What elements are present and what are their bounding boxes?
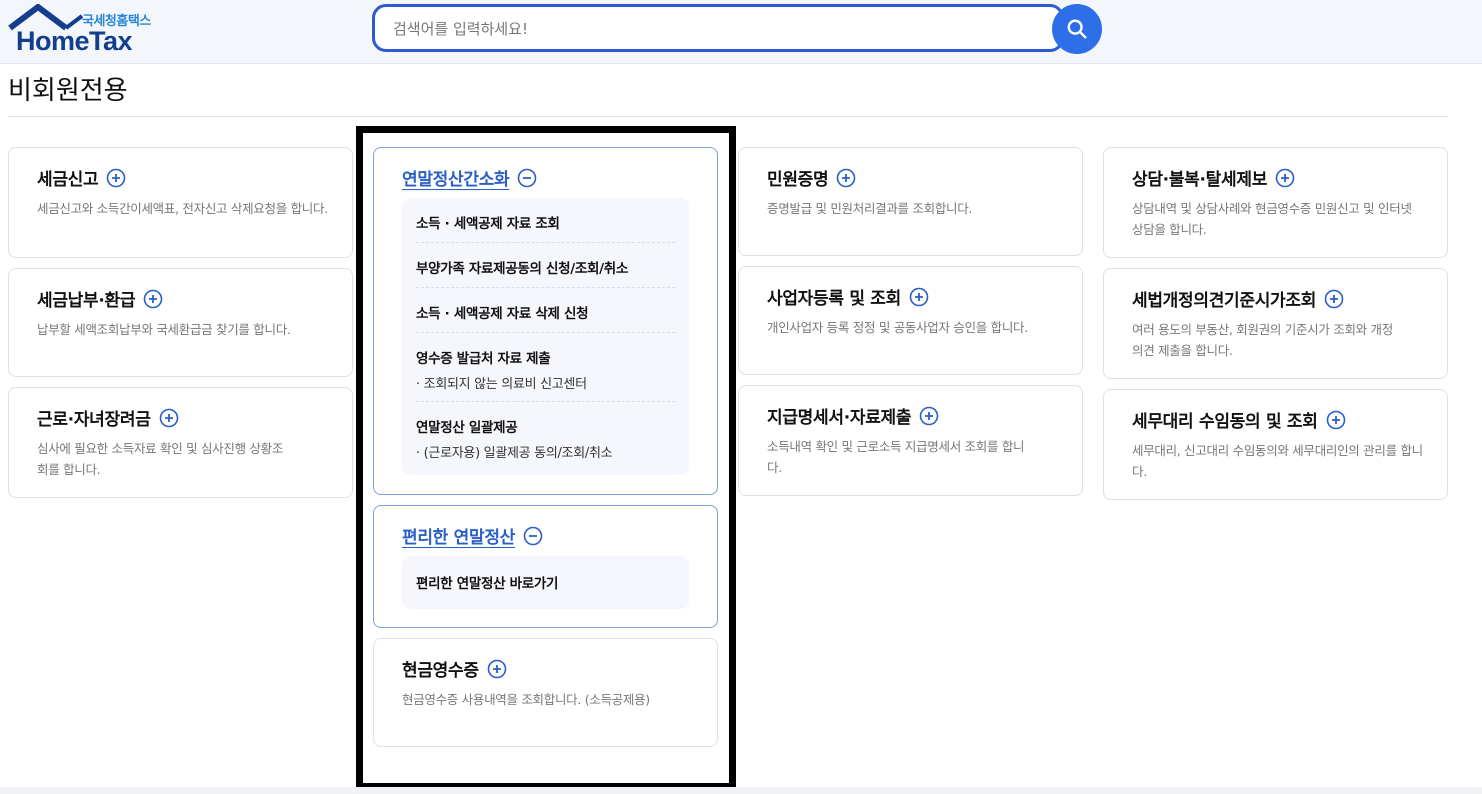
submenu-panel: 소득 · 세액공제 자료 조회 부양가족 자료제공동의 신청/조회/취소 소득 … [402,198,689,475]
logo-wordmark: HomeTax [16,26,133,56]
page-title: 비회원전용 [8,76,128,106]
card-earned-income-credit[interactable]: 근로·자녀장려금 심사에 필요한 소득자료 확인 및 심사진행 상황조회를 합니… [8,387,353,498]
card-business-registration[interactable]: 사업자등록 및 조회 개인사업자 등록 정정 및 공동사업자 승인을 합니다. [738,266,1083,375]
search-box [372,4,1064,52]
submenu-item[interactable]: 연말정산 일괄제공 · (근로자용) 일괄제공 동의/조회/취소 [402,402,689,470]
plus-circle-icon[interactable] [1326,410,1346,430]
card-description: 세금신고와 소득간이세액표, 전자신고 삭제요청을 합니다. [37,201,328,216]
search-button[interactable] [1052,4,1102,54]
card-title: 세법개정의견기준시가조회 [1132,286,1344,311]
plus-circle-icon[interactable] [1275,168,1295,188]
plus-circle-icon[interactable] [836,168,856,188]
card-title: 현금영수증 [402,656,507,681]
card-tax-filing[interactable]: 세금신고 세금신고와 소득간이세액표, 전자신고 삭제요청을 합니다. [8,147,353,258]
card-easy-year-end[interactable]: 편리한 연말정산 편리한 연말정산 바로가기 [373,505,718,628]
divider [8,116,1448,117]
card-year-end-simplified[interactable]: 연말정산간소화 소득 · 세액공제 자료 조회 부양가족 자료제공동의 신청/조… [373,147,718,495]
card-title: 편리한 연말정산 [402,523,543,548]
plus-circle-icon[interactable] [143,289,163,309]
card-description: 심사에 필요한 소득자료 확인 및 심사진행 상황조회를 합니다. [37,441,284,477]
search-icon [1067,19,1087,39]
card-tax-payment[interactable]: 세금납부·환급 납부할 세액조회납부와 국세환급금 찾기를 합니다. [8,268,353,377]
submenu-panel: 편리한 연말정산 바로가기 [402,556,689,609]
card-cash-receipt[interactable]: 현금영수증 현금영수증 사용내역을 조회합니다. (소득공제용) [373,638,718,747]
card-description: 납부할 세액조회납부와 국세환급금 찾기를 합니다. [37,322,291,337]
plus-circle-icon[interactable] [159,408,179,428]
plus-circle-icon[interactable] [909,287,929,307]
card-title: 세무대리 수임동의 및 조회 [1132,407,1346,432]
submenu-item[interactable]: 소득 · 세액공제 자료 삭제 신청 [402,288,689,332]
card-description: 현금영수증 사용내역을 조회합니다. (소득공제용) [402,692,650,707]
submenu-item[interactable]: 부양가족 자료제공동의 신청/조회/취소 [402,243,689,287]
card-description: 소득내역 확인 및 근로소득 지급명세서 조회를 합니다. [767,439,1025,475]
page-bottom-edge [0,787,1482,794]
card-tax-agent[interactable]: 세무대리 수임동의 및 조회 세무대리, 신고대리 수임동의와 세무대리인의 관… [1103,389,1448,500]
card-description: 상담내역 및 상담사례와 현금영수증 민원신고 및 인터넷 상담을 합니다. [1132,201,1412,237]
plus-circle-icon[interactable] [106,168,126,188]
search-input[interactable] [393,17,1033,41]
card-description: 증명발급 및 민원처리결과를 조회합니다. [767,201,973,216]
card-tax-law-opinion[interactable]: 세법개정의견기준시가조회 여러 용도의 부동산, 회원권의 기준시가 조회와 개… [1103,268,1448,379]
card-consulting[interactable]: 상담·불복·탈세제보 상담내역 및 상담사례와 현금영수증 민원신고 및 인터넷… [1103,147,1448,258]
hometax-logo[interactable]: 국세청홈택스 HomeTax [8,4,168,58]
card-title: 사업자등록 및 조회 [767,284,929,309]
plus-circle-icon[interactable] [1324,289,1344,309]
card-description: 개인사업자 등록 정정 및 공동사업자 승인을 합니다. [767,320,1028,335]
card-title: 세금납부·환급 [37,286,163,311]
plus-circle-icon[interactable] [919,406,939,426]
card-title: 민원증명 [767,165,856,190]
minus-circle-icon[interactable] [517,168,537,188]
card-title: 세금신고 [37,165,126,190]
card-title: 연말정산간소화 [402,165,537,190]
submenu-item[interactable]: 영수증 발급처 자료 제출 · 조회되지 않는 의료비 신고센터 [402,333,689,401]
card-payment-statement[interactable]: 지급명세서·자료제출 소득내역 확인 및 근로소득 지급명세서 조회를 합니다. [738,385,1083,496]
submenu-item[interactable]: 편리한 연말정산 바로가기 [402,556,689,609]
card-title: 지급명세서·자료제출 [767,403,939,428]
card-description: 여러 용도의 부동산, 회원권의 기준시가 조회와 개정의견 제출을 합니다. [1132,322,1393,358]
card-title: 근로·자녀장려금 [37,405,179,430]
card-description: 세무대리, 신고대리 수임동의와 세무대리인의 관리를 합니다. [1132,443,1423,479]
plus-circle-icon[interactable] [487,659,507,679]
header: 국세청홈택스 HomeTax [0,0,1482,64]
minus-circle-icon[interactable] [523,526,543,546]
card-title: 상담·불복·탈세제보 [1132,165,1295,190]
card-civil-certificate[interactable]: 민원증명 증명발급 및 민원처리결과를 조회합니다. [738,147,1083,256]
submenu-item[interactable]: 소득 · 세액공제 자료 조회 [402,198,689,242]
